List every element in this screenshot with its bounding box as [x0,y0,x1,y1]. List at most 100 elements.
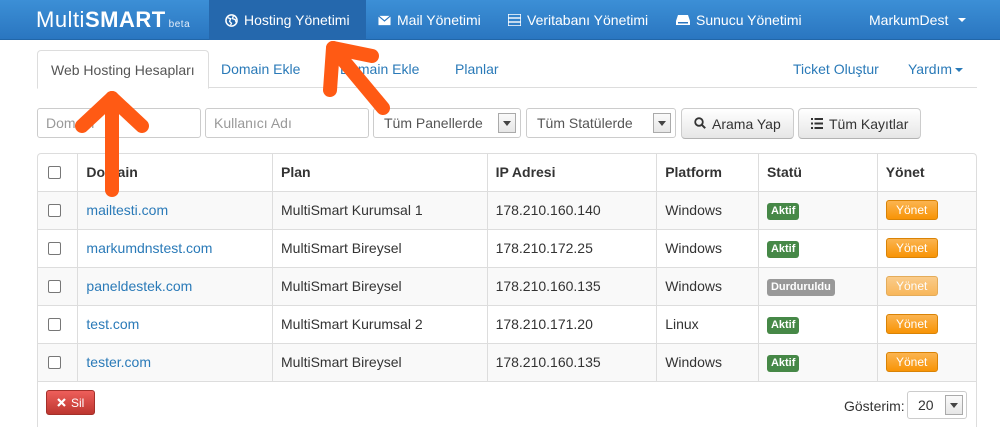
manage-button[interactable]: Yönet [885,276,938,296]
status-badge: Aktif [766,354,800,372]
row-checkbox[interactable] [48,241,61,255]
status-badge: Durduruldu [766,278,835,296]
table-row: tester.com MultiSmart Bireysel 178.210.1… [38,342,976,381]
column-header-plan[interactable]: Plan [272,154,488,191]
status-badge: Aktif [766,202,800,220]
plan-cell: MultiSmart Bireysel [272,266,488,305]
brand-tag: beta [168,19,191,30]
table-header-row: Domain Plan IP Adresi Platform Statü Yön… [38,154,976,191]
status-select[interactable]: Tüm Statülerde [526,108,676,138]
nav-server[interactable]: Sunucu Yönetimi [660,0,818,40]
domain-link[interactable]: mailtesti.com [86,202,168,218]
search-icon [694,116,706,132]
table-footer-row [38,380,976,427]
plan-cell: MultiSmart Bireysel [272,342,488,381]
nav-mail-label: Mail Yönetimi [397,12,481,28]
page-size-label: Gösterim: [844,398,905,414]
table-row: test.com MultiSmart Kurumsal 2 178.210.1… [38,304,976,343]
nav-mail[interactable]: Mail Yönetimi [362,0,497,40]
username-search-input[interactable] [205,108,369,138]
row-checkbox[interactable] [48,355,61,369]
ip-cell: 178.210.160.135 [486,342,657,381]
platform-cell: Windows [656,190,759,229]
delete-button-label: Sil [71,395,85,410]
platform-cell: Windows [656,266,759,305]
list-icon [508,14,521,26]
select-all-cell [38,154,78,191]
nav-database-label: Veritabanı Yönetimi [527,12,649,28]
list-icon [811,116,823,132]
row-checkbox[interactable] [48,279,61,293]
column-header-domain[interactable]: Domain [77,154,273,191]
status-badge: Aktif [766,316,800,334]
tab-bar: Web Hosting Hesapları Domain Ekle Domain… [37,50,977,89]
tab-domain-add[interactable]: Domain Ekle [208,50,313,88]
status-select-value: Tüm Statülerde [537,115,633,131]
tab-plans[interactable]: Planlar [442,50,512,88]
ip-cell: 178.210.160.140 [486,190,657,229]
globe-icon [225,13,238,27]
page-size-select[interactable]: 20 [907,391,967,419]
tab-help[interactable]: Yardım [895,50,976,88]
domain-link[interactable]: test.com [86,316,139,332]
chevron-down-icon [498,113,516,133]
domain-search-input[interactable] [37,108,201,138]
close-icon [57,396,66,410]
table-row: mailtesti.com MultiSmart Kurumsal 1 178.… [38,190,976,229]
search-button-label: Arama Yap [712,115,781,132]
ip-cell: 178.210.160.135 [486,266,657,305]
nav-server-label: Sunucu Yönetimi [696,12,802,28]
all-records-button[interactable]: Tüm Kayıtlar [798,108,922,139]
nav-hosting[interactable]: Hosting Yönetimi [209,0,366,40]
all-records-button-label: Tüm Kayıtlar [829,115,909,132]
brand-bold: SMART [84,7,166,32]
row-checkbox[interactable] [48,203,61,217]
top-navbar: MultiSMART beta Hosting Yönetimi Mail Yön… [0,0,1000,40]
platform-cell: Linux [656,304,759,343]
user-menu-label: MarkumDest [869,12,949,28]
hosting-accounts-table: Domain Plan IP Adresi Platform Statü Yön… [37,153,977,427]
column-header-platform[interactable]: Platform [656,154,759,191]
row-checkbox[interactable] [48,317,61,331]
page-size-value: 20 [918,397,934,413]
panel-select-value: Tüm Panellerde [384,115,483,131]
brand-light: Multi [36,7,85,32]
platform-cell: Windows [656,228,759,267]
chevron-down-icon [958,18,967,22]
column-header-manage: Yönet [876,154,976,191]
manage-button[interactable]: Yönet [885,238,938,258]
plan-cell: MultiSmart Kurumsal 2 [272,304,488,343]
platform-cell: Windows [656,342,759,381]
domain-link[interactable]: paneldestek.com [86,278,192,294]
manage-button[interactable]: Yönet [885,352,938,372]
manage-button[interactable]: Yönet [885,200,938,220]
column-header-ip[interactable]: IP Adresi [486,154,657,191]
nav-database[interactable]: Veritabanı Yönetimi [492,0,664,40]
user-menu[interactable]: MarkumDest [853,0,982,40]
status-badge: Aktif [766,240,800,258]
chevron-down-icon [955,68,964,73]
select-all-checkbox[interactable] [48,165,61,179]
chevron-down-icon [945,395,963,415]
hdd-icon [676,14,690,26]
chevron-down-icon [653,113,671,133]
tab-domain-add-2[interactable]: Domain Ekle [327,50,432,88]
domain-link[interactable]: markumdnstest.com [86,240,212,256]
ip-cell: 178.210.172.25 [486,228,657,267]
domain-link[interactable]: tester.com [86,354,151,370]
panel-select[interactable]: Tüm Panellerde [373,108,521,138]
tab-ticket[interactable]: Ticket Oluştur [780,50,892,88]
ip-cell: 178.210.171.20 [486,304,657,343]
tab-web-hosting[interactable]: Web Hosting Hesapları [37,50,209,89]
envelope-icon [378,14,391,26]
table-row: paneldestek.com MultiSmart Bireysel 178.… [38,266,976,305]
manage-button[interactable]: Yönet [885,314,938,334]
plan-cell: MultiSmart Bireysel [272,228,488,267]
delete-button[interactable]: Sil [46,390,96,415]
search-button[interactable]: Arama Yap [681,108,794,139]
table-row: markumdnstest.com MultiSmart Bireysel 17… [38,228,976,267]
tab-help-label: Yardım [908,61,953,77]
column-header-status[interactable]: Statü [757,154,878,191]
brand-logo[interactable]: MultiSMART beta [36,7,190,33]
nav-hosting-label: Hosting Yönetimi [244,12,350,28]
